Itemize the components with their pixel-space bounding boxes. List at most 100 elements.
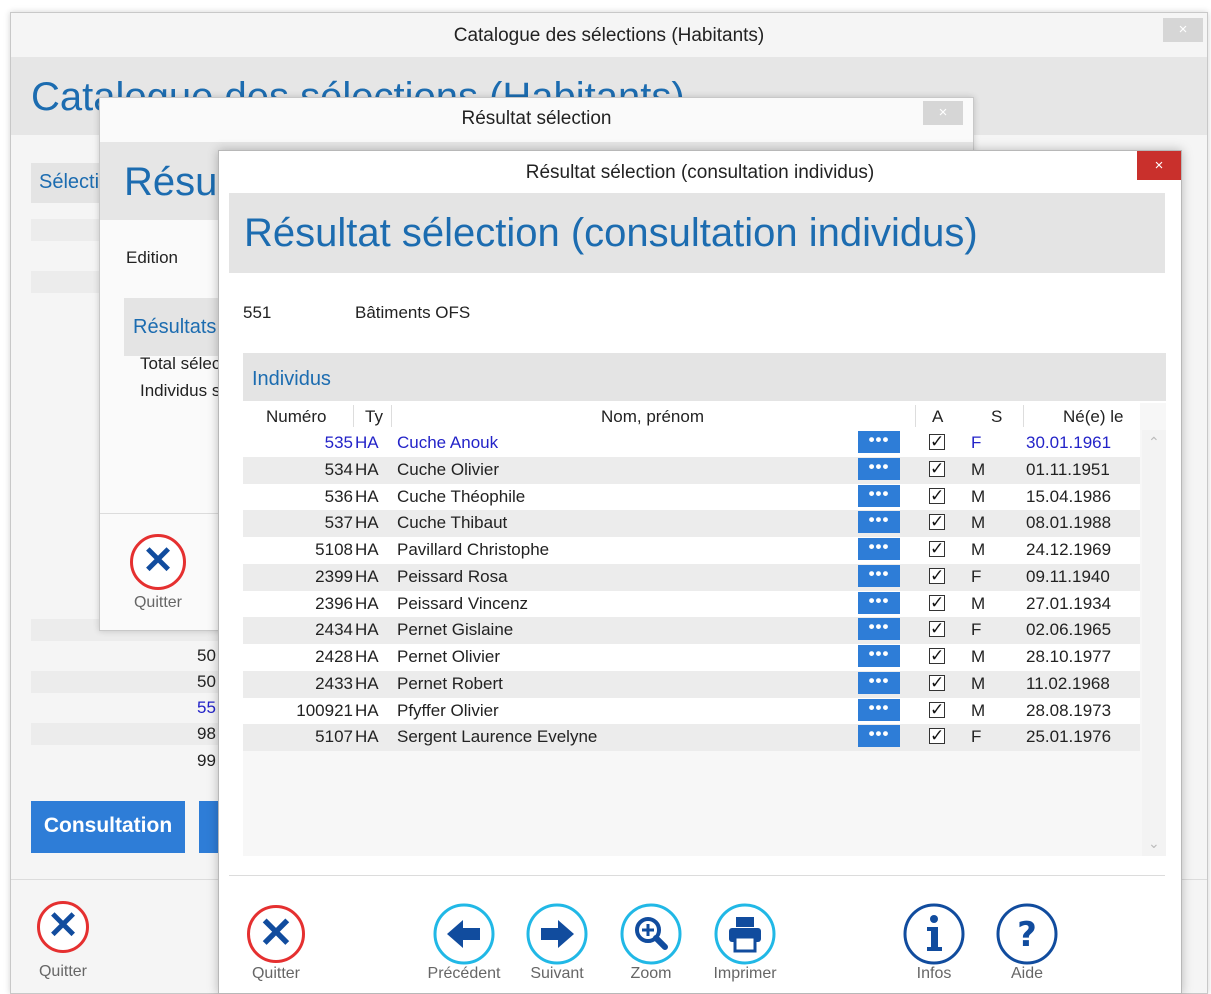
active-checkbox[interactable]: ✓: [929, 701, 945, 718]
cell-nom: Pernet Olivier: [397, 647, 500, 666]
scrollbar[interactable]: ⌃ ⌄: [1142, 430, 1166, 856]
cell-date-naissance: 01.11.1951: [1026, 459, 1110, 479]
col-s[interactable]: S: [991, 407, 1002, 427]
table-row[interactable]: 535 HA Cuche Anouk F 30.01.1961 ••• ✓: [243, 430, 1140, 457]
individus-label: Individus: [252, 368, 331, 390]
consultation-label: Consultation: [43, 814, 173, 837]
individus-grid: Numéro Ty Nom, prénom A S Né(e) le 535 HA…: [243, 403, 1166, 856]
table-row[interactable]: 536 HA Cuche Théophile M 15.04.1986 ••• ✓: [243, 483, 1140, 511]
col-numero[interactable]: Numéro: [266, 407, 326, 427]
active-checkbox[interactable]: ✓: [929, 487, 945, 504]
results-label: Résultats: [133, 316, 217, 338]
window-consultation-individus: Résultat sélection (consultation individ…: [218, 150, 1182, 994]
details-button[interactable]: •••: [858, 484, 900, 507]
cell-numero: 534: [324, 459, 353, 479]
active-checkbox[interactable]: ✓: [929, 460, 945, 477]
table-row[interactable]: 2433 HA Pernet Robert M 11.02.1968 ••• ✓: [243, 670, 1140, 698]
list-item-number[interactable]: 55: [197, 698, 216, 718]
cell-ty: HA: [355, 540, 379, 559]
details-button[interactable]: •••: [858, 618, 900, 641]
col-a[interactable]: A: [932, 407, 943, 427]
individus-section-header: Individus: [243, 353, 1166, 401]
scroll-up-icon[interactable]: ⌃: [1148, 434, 1160, 451]
active-checkbox[interactable]: ✓: [929, 513, 945, 531]
quit-icon[interactable]: ✕: [37, 901, 89, 953]
active-checkbox[interactable]: ✓: [929, 594, 945, 611]
list-item-number[interactable]: 50: [197, 672, 216, 692]
help-icon[interactable]: ?: [996, 903, 1058, 965]
col-nom[interactable]: Nom, prénom: [601, 407, 704, 427]
cell-ty: HA: [355, 647, 379, 666]
details-button[interactable]: •••: [858, 591, 900, 614]
info-icon[interactable]: [903, 903, 965, 965]
cell-date-naissance: 28.10.1977: [1026, 647, 1112, 666]
details-button[interactable]: •••: [858, 725, 900, 748]
active-checkbox[interactable]: ✓: [929, 567, 945, 584]
close-button[interactable]: ×: [923, 101, 963, 125]
cell-ty: HA: [355, 700, 379, 720]
details-button[interactable]: •••: [858, 698, 900, 721]
active-checkbox[interactable]: ✓: [929, 674, 945, 691]
details-button[interactable]: •••: [858, 511, 900, 534]
cell-sexe: M: [971, 593, 986, 613]
active-checkbox[interactable]: ✓: [929, 540, 945, 557]
scroll-down-icon[interactable]: ⌄: [1148, 835, 1160, 852]
cell-sexe: M: [971, 459, 986, 479]
active-checkbox[interactable]: ✓: [929, 727, 945, 745]
cell-numero: 5107: [315, 727, 353, 747]
zoom-icon[interactable]: [620, 903, 682, 965]
cell-ty: HA: [355, 566, 379, 586]
cell-date-naissance: 02.06.1965: [1026, 620, 1112, 640]
details-button[interactable]: •••: [858, 457, 900, 480]
cell-sexe: M: [971, 486, 986, 506]
details-button[interactable]: •••: [858, 431, 900, 453]
details-button[interactable]: •••: [858, 538, 900, 560]
cell-nom: Cuche Anouk: [397, 433, 499, 452]
info-caption: Infos: [916, 965, 952, 982]
table-row[interactable]: 2434 HA Pernet Gislaine F 02.06.1965 ••• ✓: [243, 617, 1140, 645]
active-checkbox[interactable]: ✓: [929, 647, 945, 664]
cell-nom: Peissard Vincenz: [397, 593, 529, 613]
toolbar-separator: [229, 875, 1165, 876]
quit-icon[interactable]: ✕: [247, 905, 305, 963]
cell-ty: HA: [355, 593, 379, 613]
cell-sexe: M: [971, 647, 986, 666]
close-button[interactable]: ×: [1137, 151, 1181, 180]
table-row[interactable]: 534 HA Cuche Olivier M 01.11.1951 ••• ✓: [243, 456, 1140, 484]
table-row[interactable]: 2428 HA Pernet Olivier M 28.10.1977 ••• ✓: [243, 644, 1140, 671]
cell-ty: HA: [355, 513, 379, 533]
consultation-button[interactable]: Consultation: [31, 801, 185, 853]
table-row[interactable]: 537 HA Cuche Thibaut M 08.01.1988 ••• ✓: [243, 510, 1140, 538]
quit-icon[interactable]: ✕: [130, 534, 186, 590]
table-row[interactable]: 100921 HA Pfyffer Olivier M 28.08.1973 ••• ✓: [243, 697, 1140, 725]
cell-nom: Cuche Thibaut: [397, 513, 508, 533]
cell-sexe: M: [971, 540, 986, 559]
print-icon[interactable]: [714, 903, 776, 965]
close-button[interactable]: ×: [1163, 18, 1203, 42]
active-checkbox[interactable]: ✓: [929, 433, 945, 450]
col-ne[interactable]: Né(e) le: [1063, 407, 1123, 427]
cell-ty: HA: [355, 727, 379, 747]
details-button[interactable]: •••: [858, 564, 900, 587]
cell-sexe: F: [971, 433, 982, 452]
list-item-number[interactable]: 50: [197, 646, 216, 666]
details-button[interactable]: •••: [858, 645, 900, 667]
cell-numero: 535: [324, 433, 353, 452]
col-ty[interactable]: Ty: [365, 407, 383, 427]
details-button[interactable]: •••: [858, 671, 900, 694]
table-row[interactable]: 5108 HA Pavillard Christophe M 24.12.1969 •••…: [243, 537, 1140, 564]
table-row[interactable]: 2399 HA Peissard Rosa F 09.11.1940 ••• ✓: [243, 563, 1140, 591]
next-icon[interactable]: [526, 903, 588, 965]
table-row[interactable]: 2396 HA Peissard Vincenz M 27.01.1934 ••• ✓: [243, 590, 1140, 618]
list-item-number[interactable]: 98: [197, 724, 216, 744]
zoom-caption: Zoom: [630, 965, 672, 982]
selection-number: 551: [243, 303, 272, 322]
cell-date-naissance: 08.01.1988: [1026, 513, 1112, 533]
list-item-number[interactable]: 99: [197, 751, 216, 771]
table-row[interactable]: 5107 HA Sergent Laurence Evelyne F 25.01.197…: [243, 724, 1140, 752]
previous-icon[interactable]: [433, 903, 495, 965]
active-checkbox[interactable]: ✓: [929, 620, 945, 638]
cell-date-naissance: 24.12.1969: [1026, 540, 1112, 559]
print-caption: Imprimer: [713, 965, 777, 982]
cell-nom: Sergent Laurence Evelyne: [397, 727, 598, 747]
